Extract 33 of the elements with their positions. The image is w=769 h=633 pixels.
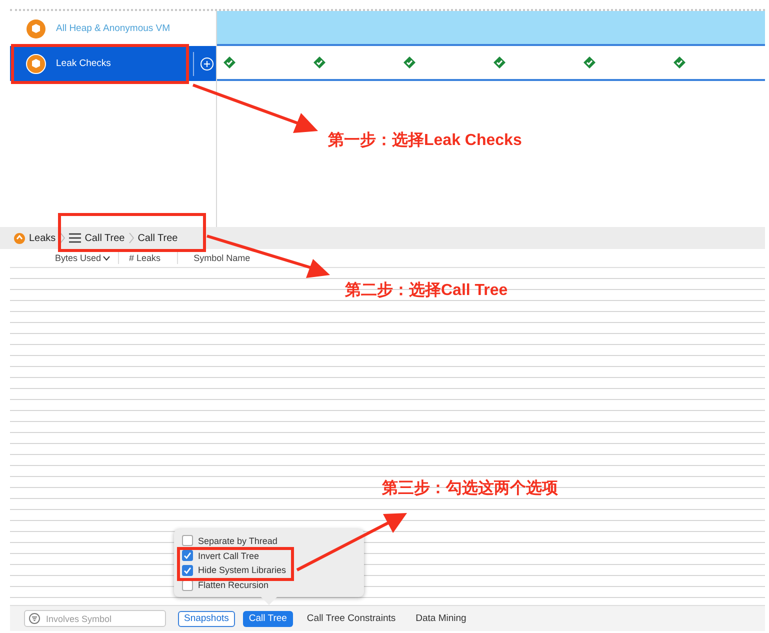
chevron-icon xyxy=(60,232,65,244)
sort-caret-icon xyxy=(103,256,110,260)
annotation-text: 第三步：勾选这两个选项 xyxy=(382,478,558,499)
column-header[interactable]: # Leaks xyxy=(119,252,178,264)
checkbox[interactable] xyxy=(182,535,193,546)
annotation-text: 第二步：选择Call Tree xyxy=(345,280,508,301)
instrument-icon xyxy=(26,54,46,74)
breadcrumb-item[interactable]: Call Tree xyxy=(138,232,178,244)
breadcrumb-item[interactable]: Call Tree xyxy=(84,232,125,244)
track-row[interactable]: Leak Checks xyxy=(10,46,216,81)
bottom-tab[interactable]: Data Mining xyxy=(410,610,472,626)
checkbox[interactable] xyxy=(182,550,193,562)
track-label: All Heap & Anonymous VM xyxy=(56,23,172,34)
instrument-icon xyxy=(14,232,25,244)
bottom-tab[interactable]: Call Tree xyxy=(242,610,293,626)
option-label: Flatten Recursion xyxy=(198,580,269,590)
instrument-icon xyxy=(26,18,46,38)
bottom-tab[interactable]: Call Tree Constraints xyxy=(300,610,402,626)
annotation-text: 第一步：选择Leak Checks xyxy=(328,130,522,151)
option-label: Invert Call Tree xyxy=(198,550,260,561)
column-header[interactable]: Symbol Name xyxy=(178,252,258,264)
filter-field[interactable]: Involves Symbol xyxy=(24,610,166,627)
track-label: Leak Checks xyxy=(56,58,112,69)
column-header[interactable]: Bytes Used xyxy=(55,252,120,264)
bottom-tab[interactable]: Snapshots xyxy=(178,610,235,626)
breadcrumb-item[interactable]: Leaks xyxy=(29,232,56,244)
filter-icon xyxy=(29,613,40,624)
checkbox[interactable] xyxy=(182,564,193,576)
add-icon[interactable] xyxy=(200,56,214,70)
option-label: Separate by Thread xyxy=(198,536,278,546)
list-icon xyxy=(68,233,81,243)
option-label: Hide System Libraries xyxy=(198,565,286,576)
chevron-icon xyxy=(128,232,134,244)
